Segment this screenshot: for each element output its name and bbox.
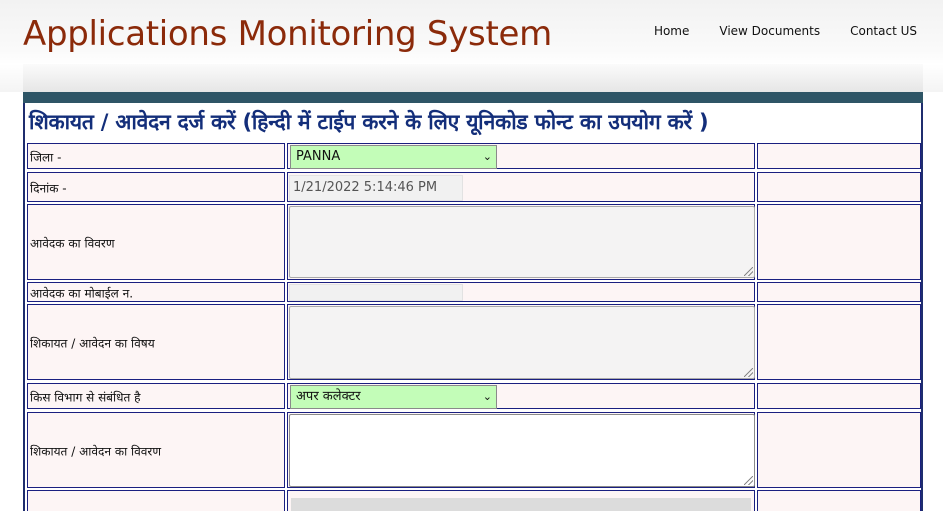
applicant-details-extra-cell xyxy=(757,204,921,280)
chevron-down-icon: ⌄ xyxy=(482,390,492,403)
applicant-details-label-cell: आवेदक का विवरण xyxy=(27,204,285,280)
mobile-input-cell xyxy=(287,282,755,302)
date-input-cell: 1/21/2022 5:14:46 PM xyxy=(287,172,755,202)
complaint-details-label: शिकायत / आवेदन का विवरण xyxy=(30,444,162,459)
chevron-down-icon: ⌄ xyxy=(482,150,492,163)
district-extra-cell xyxy=(757,143,921,169)
complaint-form: शिकायत / आवेदन दर्ज करें (हिन्दी में टाई… xyxy=(23,103,923,511)
next-row-field[interactable] xyxy=(291,498,751,511)
complaint-details-extra-cell xyxy=(757,412,921,488)
resize-handle-icon[interactable] xyxy=(744,368,753,377)
district-label: जिला - xyxy=(30,150,62,165)
nav-home-link[interactable]: Home xyxy=(654,24,689,38)
applicant-details-textarea[interactable] xyxy=(289,206,755,278)
next-row-label-cell xyxy=(27,490,285,511)
subject-label-cell: शिकायत / आवेदन का विषय xyxy=(27,304,285,380)
subject-textarea[interactable] xyxy=(289,306,755,379)
next-row-extra-cell xyxy=(757,490,921,511)
applicant-details-input-cell xyxy=(287,204,755,280)
date-label: दिनांक - xyxy=(30,181,67,196)
mobile-field[interactable] xyxy=(289,284,463,301)
district-input-cell: PANNA ⌄ xyxy=(287,143,755,169)
department-label: किस विभाग से संबंधित है xyxy=(30,390,141,405)
department-extra-cell xyxy=(757,383,921,409)
form-title: शिकायत / आवेदन दर्ज करें (हिन्दी में टाई… xyxy=(29,110,709,134)
district-label-cell: जिला - xyxy=(27,143,285,169)
resize-handle-icon[interactable] xyxy=(744,476,753,485)
district-select-value: PANNA xyxy=(296,149,341,164)
subject-input-cell xyxy=(287,304,755,380)
department-select-value: अपर कलेक्टर xyxy=(296,389,361,404)
complaint-details-textarea[interactable] xyxy=(289,414,755,487)
applicant-details-label: आवेदक का विवरण xyxy=(30,236,115,251)
resize-handle-icon[interactable] xyxy=(744,267,753,276)
department-label-cell: किस विभाग से संबंधित है xyxy=(27,383,285,409)
nav-view-documents-link[interactable]: View Documents xyxy=(719,24,820,38)
mobile-label: आवेदक का मोबाईल न. xyxy=(30,286,134,301)
top-nav: Home View Documents Contact US xyxy=(654,24,917,38)
mobile-extra-cell xyxy=(757,282,921,302)
complaint-details-label-cell: शिकायत / आवेदन का विवरण xyxy=(27,412,285,488)
subject-label: शिकायत / आवेदन का विषय xyxy=(30,336,155,351)
header-shade xyxy=(23,64,923,92)
header-band xyxy=(23,92,923,103)
nav-contact-us-link[interactable]: Contact US xyxy=(850,24,917,38)
date-label-cell: दिनांक - xyxy=(27,172,285,202)
district-select[interactable]: PANNA ⌄ xyxy=(290,145,497,169)
date-extra-cell xyxy=(757,172,921,202)
mobile-label-cell: आवेदक का मोबाईल न. xyxy=(27,282,285,302)
department-input-cell: अपर कलेक्टर ⌄ xyxy=(287,383,755,409)
date-field[interactable]: 1/21/2022 5:14:46 PM xyxy=(289,175,463,201)
department-select[interactable]: अपर कलेक्टर ⌄ xyxy=(290,385,497,409)
app-title: Applications Monitoring System xyxy=(23,14,552,54)
subject-extra-cell xyxy=(757,304,921,380)
next-row-input-cell xyxy=(287,490,755,511)
complaint-details-input-cell xyxy=(287,412,755,488)
